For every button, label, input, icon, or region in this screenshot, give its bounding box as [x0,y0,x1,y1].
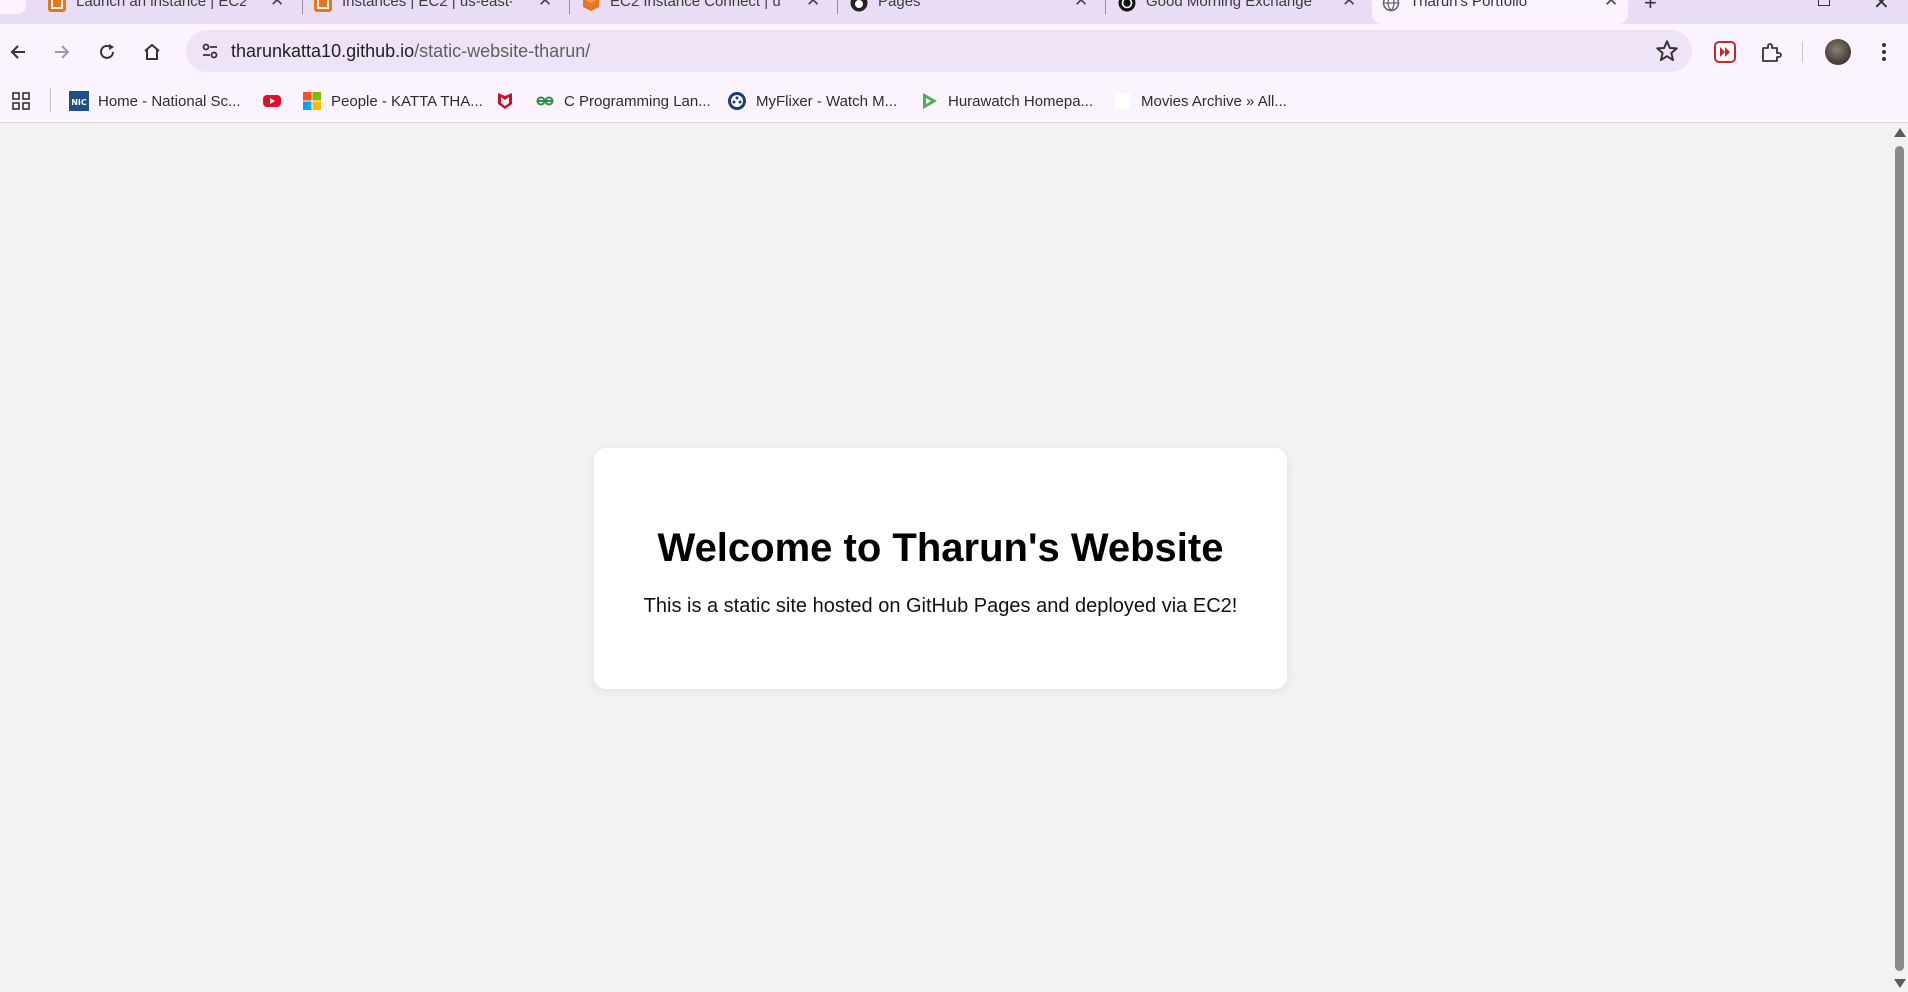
chrome-menu-button[interactable] [1866,34,1902,70]
mcafee-icon [498,93,512,109]
bookmark-nic-home[interactable]: NIC Home - National Sc... [69,89,241,113]
tab-close-icon[interactable]: ✕ [1604,0,1618,11]
url-text[interactable]: tharunkatta10.github.io/static-website-t… [231,41,590,62]
browser-toolbar: tharunkatta10.github.io/static-website-t… [0,24,1908,80]
welcome-card: Welcome to Tharun's Website This is a st… [594,448,1287,689]
aws-ec2-icon [314,0,332,12]
extensions-menu-button[interactable] [1753,34,1789,70]
bookmark-label: Movies Archive » All... [1141,92,1287,110]
tab-title: Instances | EC2 | us-east-1 [342,0,512,10]
scrollbar-thumb[interactable] [1895,146,1904,971]
site-info-icon[interactable] [200,41,220,61]
bookmark-myflixer[interactable]: MyFlixer - Watch M... [727,89,897,113]
arrow-right-icon [55,45,70,59]
bookmarks-divider [50,88,51,112]
scroll-up-arrow-icon[interactable] [1894,128,1906,137]
restore-window-button[interactable] [1818,0,1830,6]
film-reel-icon [728,92,746,110]
reload-button[interactable] [89,34,125,70]
profile-button[interactable] [1820,34,1856,70]
apps-button[interactable] [11,89,31,113]
back-button[interactable] [0,34,36,70]
home-button[interactable] [134,34,170,70]
address-bar[interactable]: tharunkatta10.github.io/static-website-t… [186,30,1692,72]
aws-ec2-icon [48,0,66,12]
tab-close-icon[interactable]: ✕ [1074,0,1088,11]
tab-close-icon[interactable]: ✕ [270,0,284,11]
tab-title: Good Morning Exchange [1146,0,1312,10]
tab-close-icon[interactable]: ✕ [1342,0,1356,11]
aws-cube-icon [583,0,599,11]
bookmark-label: Hurawatch Homepa... [948,92,1094,110]
new-tab-button[interactable]: + [1644,0,1657,16]
tab-title: EC2 Instance Connect | us- [610,0,780,10]
page-subtitle: This is a static site hosted on GitHub P… [643,595,1238,617]
url-host: tharunkatta10.github.io [231,41,415,61]
close-window-button[interactable]: ✕ [1873,0,1890,15]
play-icon [923,93,937,109]
home-icon [144,43,160,60]
tab-close-icon[interactable]: ✕ [806,0,820,11]
arrow-left-icon [10,45,25,59]
bookmark-youtube[interactable] [262,89,291,113]
tab-close-icon[interactable]: ✕ [538,0,552,11]
kebab-menu-icon [1882,43,1886,61]
page-viewport: Welcome to Tharun's Website This is a st… [0,124,1890,992]
apps-grid-icon [12,92,30,110]
tab-title: Launch an instance | EC2 | [76,0,246,10]
github-icon [850,0,868,12]
avatar [1825,39,1851,65]
scroll-down-arrow-icon[interactable] [1894,979,1906,988]
reload-icon [100,44,114,59]
fast-forward-extension-icon [1714,41,1736,63]
tab-tharuns-portfolio[interactable]: Tharun's Portfolio ✕ [1372,0,1628,24]
tab-search-button[interactable] [0,0,26,14]
url-path: /static-website-tharun/ [414,41,591,61]
star-icon[interactable] [1654,38,1680,64]
youtube-icon [263,95,281,107]
globe-icon [1382,0,1400,12]
nic-icon: NIC [69,91,89,111]
tab-github-pages[interactable]: Pages ✕ [840,0,1102,24]
forward-button[interactable] [44,34,80,70]
tab-title: Tharun's Portfolio [1410,0,1528,10]
extension-button[interactable] [1707,34,1743,70]
puzzle-icon [1762,43,1782,62]
bookmark-movies-archive[interactable]: Movies Archive » All... [1112,89,1287,113]
bookmark-label: C Programming Lan... [564,92,711,110]
tab-ec2-instance-connect[interactable]: EC2 Instance Connect | us- ✕ [572,0,834,24]
bookmark-hurawatch[interactable]: Hurawatch Homepa... [919,89,1093,113]
blank-page-icon [1114,93,1130,109]
bookmark-c-programming[interactable]: C Programming Lan... [535,89,711,113]
tab-instances[interactable]: Instances | EC2 | us-east-1 ✕ [304,0,566,24]
geeksforgeeks-icon [536,96,554,106]
bookmark-mcafee[interactable] [495,89,524,113]
tab-title: Pages [878,0,921,10]
bookmark-label: People - KATTA THA... [331,92,483,110]
page-heading: Welcome to Tharun's Website [657,526,1224,570]
bookmark-label: MyFlixer - Watch M... [756,92,898,110]
toolbar-divider [1802,42,1803,62]
bookmark-people-katta[interactable]: People - KATTA THA... [302,89,483,113]
svg-text:NIC: NIC [71,98,87,107]
bookmarks-bar: NIC Home - National Sc... People - KATTA… [0,80,1908,123]
bookmark-label: Home - National Sc... [98,92,241,110]
vertical-scrollbar[interactable] [1890,124,1908,992]
openai-icon [1118,0,1136,12]
tab-strip: Launch an instance | EC2 | ✕ Instances |… [0,0,1908,24]
tab-good-morning-exchange[interactable]: Good Morning Exchange ✕ [1108,0,1370,24]
microsoft-icon [303,92,321,110]
tab-launch-instance[interactable]: Launch an instance | EC2 | ✕ [38,0,294,24]
